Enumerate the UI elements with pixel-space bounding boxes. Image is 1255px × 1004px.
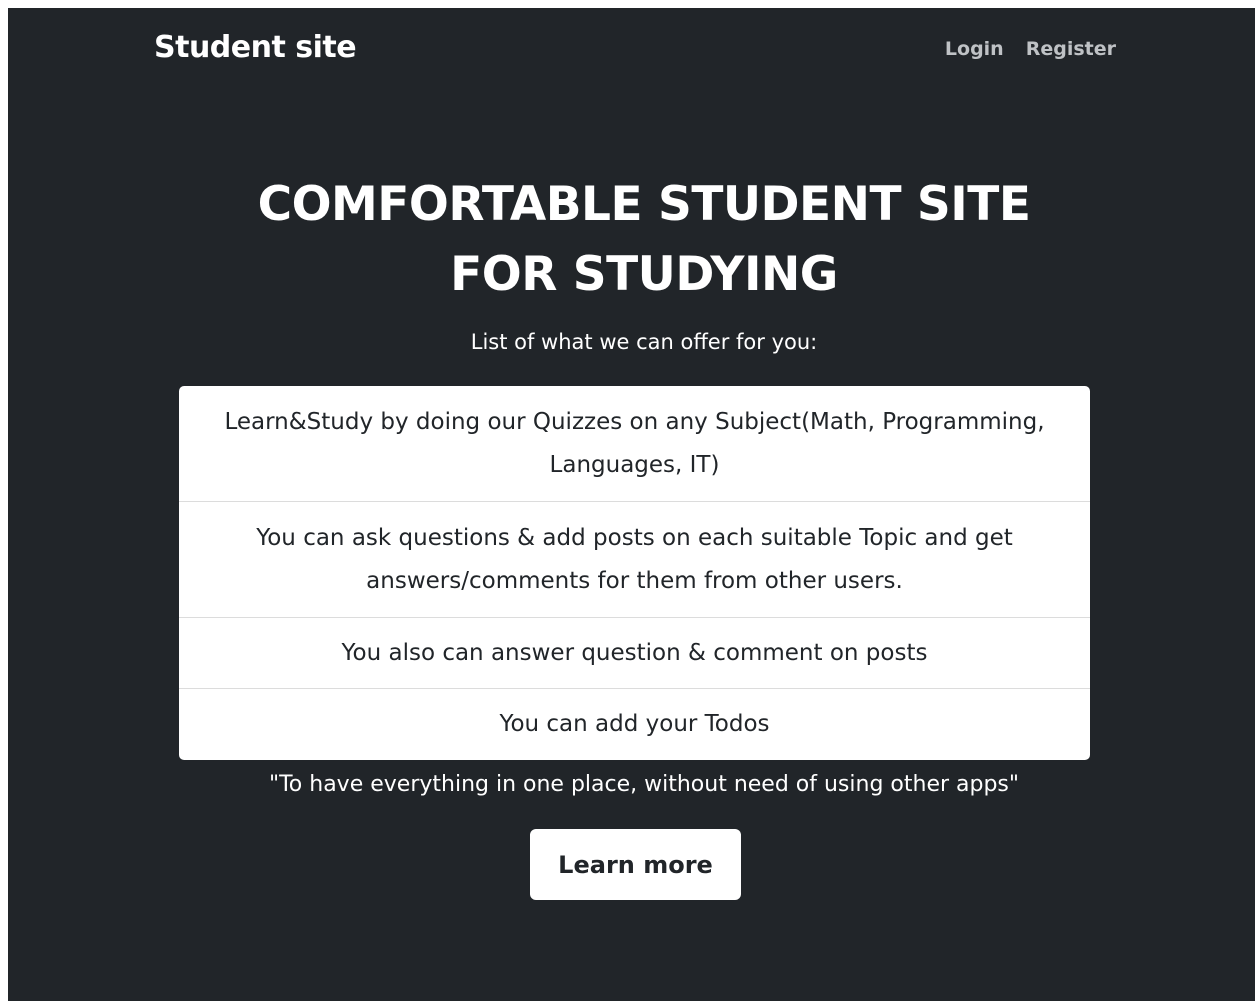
offer-item-quizzes: Learn&Study by doing our Quizzes on any … xyxy=(179,386,1090,502)
navbar: Student site Login Register xyxy=(8,8,1255,98)
offer-item-todos: You can add your Todos xyxy=(179,689,1090,760)
hero-title: COMFORTABLE STUDENT SITE FOR STUDYING xyxy=(8,170,1255,310)
offer-item-text: You can ask questions & add posts on eac… xyxy=(256,524,1013,594)
offer-list: Learn&Study by doing our Quizzes on any … xyxy=(179,386,1090,760)
nav-links: Login Register xyxy=(945,38,1116,60)
hero-title-line-1: COMFORTABLE STUDENT SITE xyxy=(257,177,1031,232)
offer-item-text: Learn&Study by doing our Quizzes on any … xyxy=(224,408,1045,478)
hero-title-line-2: FOR STUDYING xyxy=(450,247,838,302)
brand-link[interactable]: Student site xyxy=(154,30,357,65)
tagline-quote: "To have everything in one place, withou… xyxy=(268,772,1020,797)
hero-subtitle: List of what we can offer for you: xyxy=(470,330,818,354)
offer-item-text: You can add your Todos xyxy=(499,711,770,737)
page: Student site Login Register COMFORTABLE … xyxy=(8,8,1255,1001)
offer-item-text: You also can answer question & comment o… xyxy=(341,639,928,666)
learn-more-button[interactable]: Learn more xyxy=(530,829,741,900)
offer-item-questions: You can ask questions & add posts on eac… xyxy=(179,502,1090,618)
offer-item-answers: You also can answer question & comment o… xyxy=(179,618,1090,689)
register-link[interactable]: Register xyxy=(1026,38,1116,60)
login-link[interactable]: Login xyxy=(945,38,1004,60)
